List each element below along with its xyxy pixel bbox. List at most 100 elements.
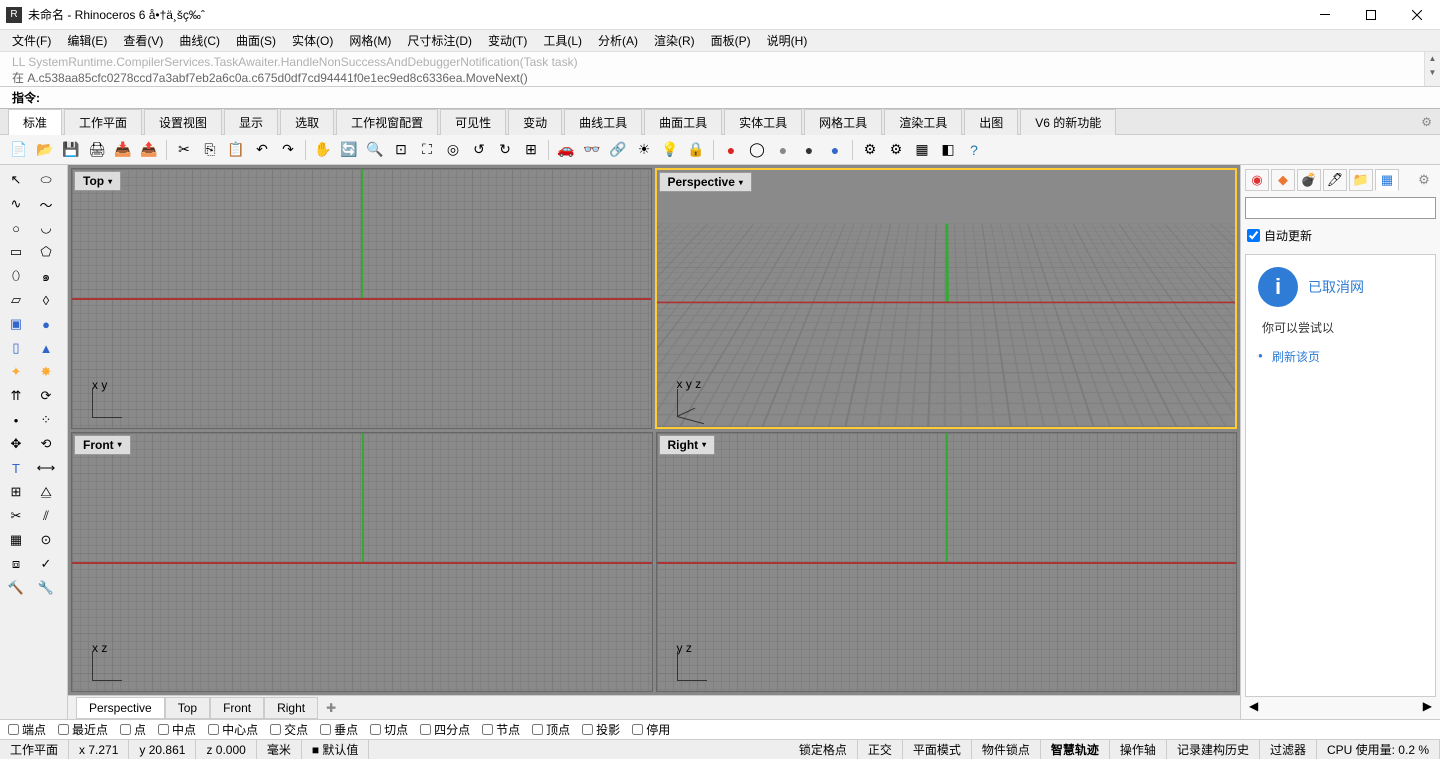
- sun-icon[interactable]: ☀: [633, 139, 655, 161]
- options-icon[interactable]: ⚙: [859, 139, 881, 161]
- grid-icon[interactable]: ▦: [2, 529, 30, 551]
- new-icon[interactable]: 📄: [8, 139, 30, 161]
- properties-icon[interactable]: ◧: [937, 139, 959, 161]
- print-icon[interactable]: 🖨: [86, 139, 108, 161]
- menu-render[interactable]: 渲染(R): [650, 30, 699, 51]
- curve-icon[interactable]: ～: [32, 193, 60, 215]
- menu-help[interactable]: 说明(H): [763, 30, 812, 51]
- maximize-button[interactable]: [1348, 0, 1394, 30]
- command-input[interactable]: [44, 91, 1428, 105]
- menu-mesh[interactable]: 网格(M): [345, 30, 395, 51]
- viewport-top-label[interactable]: Top▾: [74, 171, 121, 191]
- osnap-quad[interactable]: 四分点: [420, 721, 470, 738]
- polygon-icon[interactable]: ⬠: [32, 241, 60, 263]
- status-osnap[interactable]: 物件锁点: [972, 740, 1041, 759]
- status-cplane[interactable]: 工作平面: [0, 740, 69, 759]
- viewport-right-label[interactable]: Right▾: [659, 435, 716, 455]
- vptab-add-icon[interactable]: ✚: [318, 698, 344, 718]
- osnap-near[interactable]: 最近点: [58, 721, 108, 738]
- menu-transform[interactable]: 变动(T): [484, 30, 531, 51]
- status-gumball[interactable]: 操作轴: [1110, 740, 1167, 759]
- panel-scroller[interactable]: ◀ ▶: [1245, 697, 1436, 715]
- blue-sphere-icon[interactable]: ●: [824, 139, 846, 161]
- minimize-button[interactable]: [1302, 0, 1348, 30]
- panel-tab-brush[interactable]: 🖊: [1323, 169, 1347, 191]
- rotate-icon[interactable]: 🔄: [338, 139, 360, 161]
- osnap-point[interactable]: 点: [120, 721, 146, 738]
- menu-panels[interactable]: 面板(P): [707, 30, 755, 51]
- chevron-down-icon[interactable]: ▾: [739, 178, 743, 187]
- surface-icon[interactable]: ▱: [2, 289, 30, 311]
- extrude-icon[interactable]: ⇈: [2, 385, 30, 407]
- menu-analyze[interactable]: 分析(A): [594, 30, 642, 51]
- menu-solid[interactable]: 实体(O): [288, 30, 337, 51]
- panel-tab-folder[interactable]: 📁: [1349, 169, 1373, 191]
- save-icon[interactable]: 💾: [60, 139, 82, 161]
- info-refresh-link[interactable]: 刷新该页: [1258, 348, 1423, 365]
- osnap-cen[interactable]: 中心点: [208, 721, 258, 738]
- help-icon[interactable]: ?: [963, 139, 985, 161]
- snap-icon[interactable]: ⊙: [32, 529, 60, 551]
- tab-v6new[interactable]: V6 的新功能: [1020, 109, 1116, 135]
- status-gridsnap[interactable]: 锁定格点: [789, 740, 858, 759]
- undo-view-icon[interactable]: ↺: [468, 139, 490, 161]
- status-ortho[interactable]: 正交: [858, 740, 903, 759]
- menu-file[interactable]: 文件(F): [8, 30, 55, 51]
- viewport-front[interactable]: Front▾ x z: [71, 432, 653, 693]
- panel-search-input[interactable]: [1245, 197, 1436, 219]
- split-icon[interactable]: ⫽: [32, 505, 60, 527]
- osnap-tan[interactable]: 切点: [370, 721, 408, 738]
- zoom-icon[interactable]: 🔍: [364, 139, 386, 161]
- mirror-icon[interactable]: ⧋: [32, 481, 60, 503]
- polyline-icon[interactable]: ∿: [2, 193, 30, 215]
- viewport-top[interactable]: Top▾ x y: [71, 168, 652, 429]
- sphere-icon[interactable]: ●: [32, 313, 60, 335]
- vptab-top[interactable]: Top: [165, 697, 210, 719]
- glasses-icon[interactable]: 👓: [581, 139, 603, 161]
- panel-tab-materials[interactable]: ◆: [1271, 169, 1295, 191]
- rectangle-icon[interactable]: ▭: [2, 241, 30, 263]
- menu-dimension[interactable]: 尺寸标注(D): [403, 30, 476, 51]
- panel-tab-render[interactable]: ◉: [1245, 169, 1269, 191]
- osnap-end[interactable]: 端点: [8, 721, 46, 738]
- tab-select[interactable]: 选取: [280, 109, 334, 135]
- import-icon[interactable]: 📥: [112, 139, 134, 161]
- panel-gear-icon[interactable]: ⚙: [1412, 169, 1436, 191]
- tab-cplane[interactable]: 工作平面: [64, 109, 142, 135]
- status-smarttrack[interactable]: 智慧轨迹: [1041, 740, 1110, 759]
- panel-tab-bomb[interactable]: 💣: [1297, 169, 1321, 191]
- gear2-icon[interactable]: ⚙: [885, 139, 907, 161]
- trim-icon[interactable]: ✂: [2, 505, 30, 527]
- undo-icon[interactable]: ↶: [251, 139, 273, 161]
- pointer-icon[interactable]: ↖: [2, 169, 30, 191]
- ring-icon[interactable]: ◯: [746, 139, 768, 161]
- pan-icon[interactable]: ✋: [312, 139, 334, 161]
- panel-tab-info[interactable]: ▦: [1375, 169, 1399, 191]
- status-unit[interactable]: 毫米: [257, 740, 302, 759]
- array-icon[interactable]: ⊞: [2, 481, 30, 503]
- tab-rendertools[interactable]: 渲染工具: [884, 109, 962, 135]
- arc-icon[interactable]: ◡: [32, 217, 60, 239]
- copy-icon[interactable]: ⎘: [199, 139, 221, 161]
- scroll-left-icon[interactable]: ◀: [1249, 699, 1258, 713]
- chevron-down-icon[interactable]: ▾: [108, 177, 112, 186]
- rotate2-icon[interactable]: ⟲: [32, 433, 60, 455]
- cylinder-icon[interactable]: ▯: [2, 337, 30, 359]
- point-icon[interactable]: •: [2, 409, 30, 431]
- car-icon[interactable]: 🚗: [555, 139, 577, 161]
- tab-transform[interactable]: 变动: [508, 109, 562, 135]
- menu-curve[interactable]: 曲线(C): [175, 30, 224, 51]
- scroll-down-icon[interactable]: ▼: [1425, 66, 1440, 80]
- tab-viewport[interactable]: 工作视窗配置: [336, 109, 438, 135]
- dim-icon[interactable]: ⟷: [32, 457, 60, 479]
- scroll-up-icon[interactable]: ▲: [1425, 52, 1440, 66]
- vptab-front[interactable]: Front: [210, 697, 264, 719]
- explode-icon[interactable]: ✸: [32, 361, 60, 383]
- auto-update-checkbox[interactable]: 自动更新: [1245, 225, 1436, 246]
- tab-meshtools[interactable]: 网格工具: [804, 109, 882, 135]
- revolve-icon[interactable]: ⟳: [32, 385, 60, 407]
- circle-icon[interactable]: ○: [2, 217, 30, 239]
- ellipse-icon[interactable]: ⬯: [2, 265, 30, 287]
- viewport-front-label[interactable]: Front▾: [74, 435, 131, 455]
- viewport-right[interactable]: Right▾ y z: [656, 432, 1238, 693]
